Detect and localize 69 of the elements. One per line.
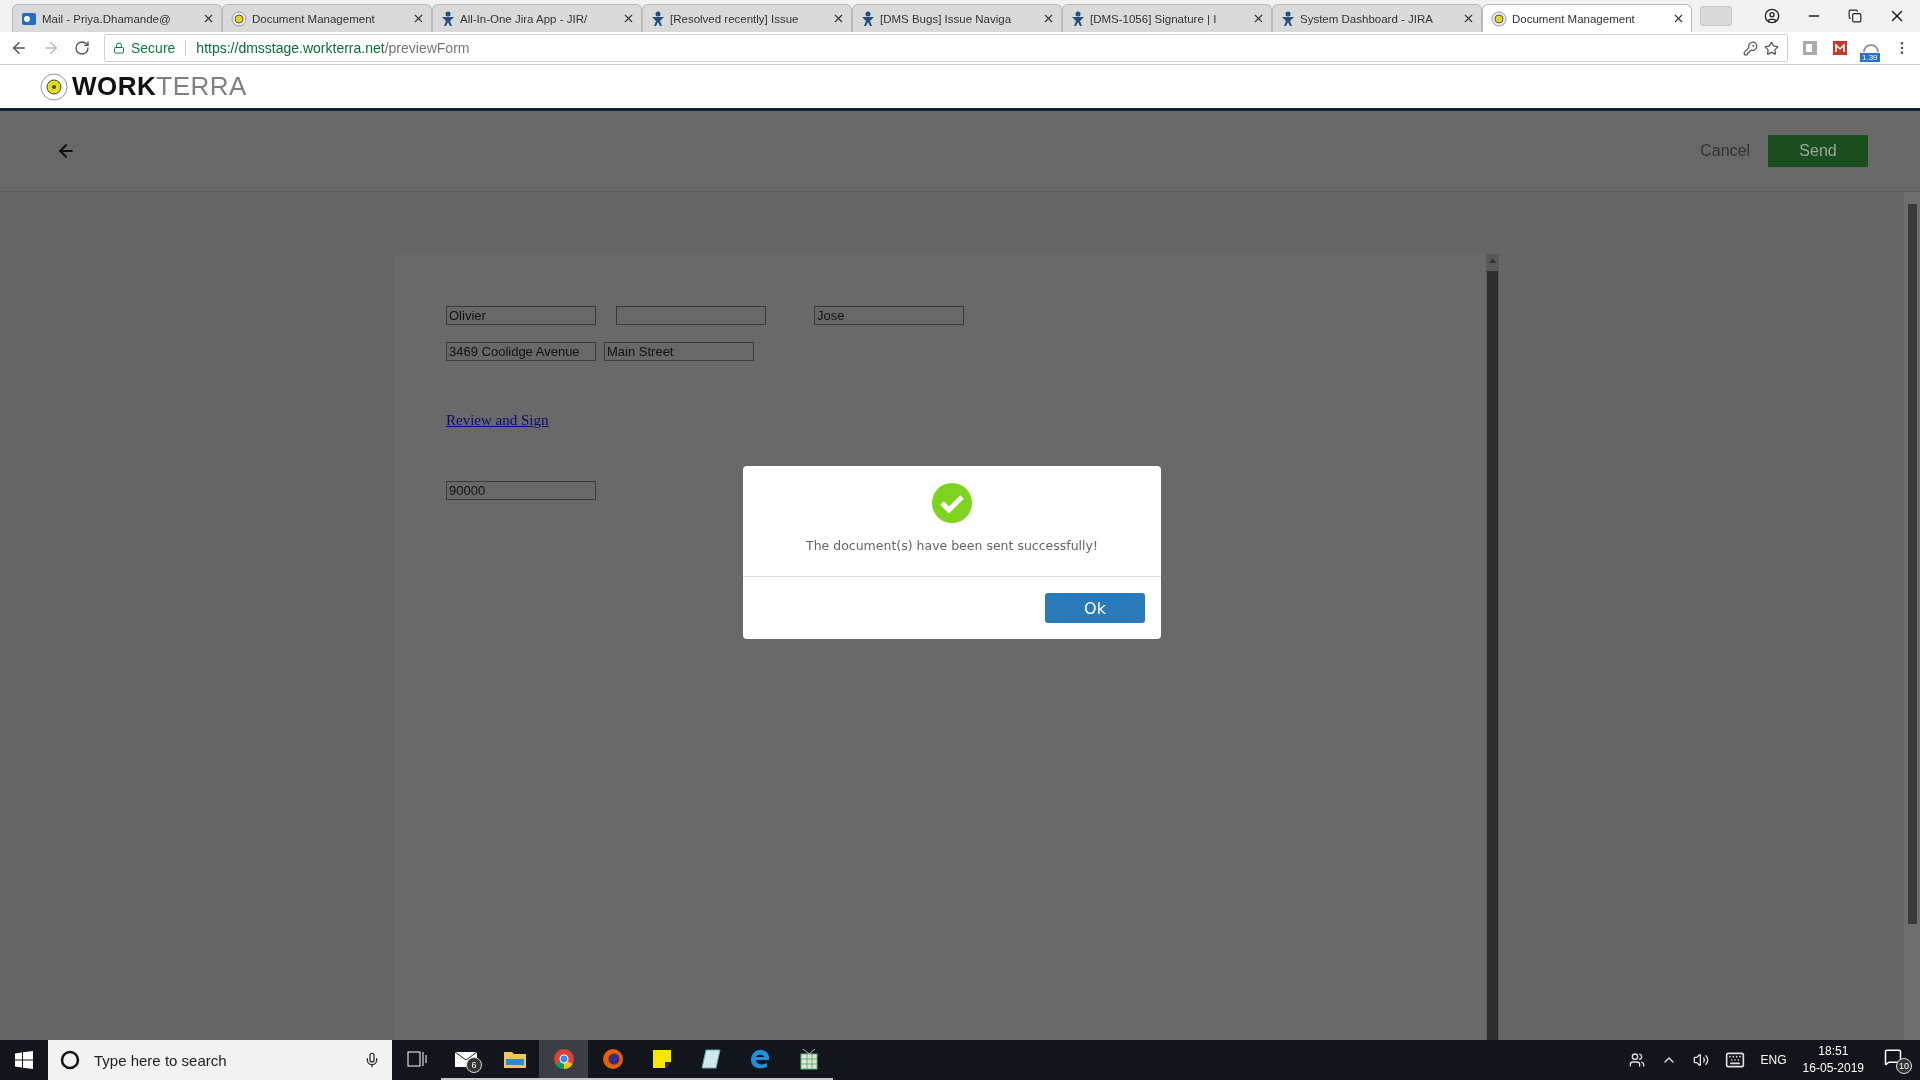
restore-icon[interactable]	[1848, 9, 1862, 23]
secure-label: Secure	[131, 40, 176, 56]
ring-icon	[60, 1050, 80, 1070]
people-icon[interactable]	[1628, 1052, 1645, 1068]
browser-tab[interactable]: [DMS-1056] Signature | I	[1062, 4, 1272, 32]
profile-icon[interactable]	[1764, 8, 1780, 24]
taskbar-app[interactable]: 6	[441, 1040, 490, 1080]
figure-icon	[651, 10, 665, 27]
close-icon[interactable]	[1252, 12, 1265, 25]
firefox-icon	[601, 1048, 624, 1070]
target-icon	[231, 10, 247, 27]
browser-tab[interactable]: Document Management	[1482, 4, 1692, 32]
key-icon[interactable]	[1743, 40, 1758, 56]
send-button[interactable]: Send	[1768, 135, 1868, 167]
success-message: The document(s) have been sent successfully!	[806, 538, 1098, 553]
target-icon	[1491, 10, 1507, 27]
mail-icon	[21, 10, 37, 27]
figure-icon	[441, 10, 455, 27]
taskbar-app[interactable]	[539, 1040, 588, 1080]
back-button[interactable]	[56, 141, 76, 161]
browser-tab[interactable]: Document Management	[222, 4, 432, 32]
url-path: /previewForm	[384, 40, 470, 56]
extension-badge: 1.39	[1860, 53, 1880, 62]
sticky-note-icon	[651, 1049, 672, 1069]
close-icon[interactable]	[412, 12, 425, 25]
figure-icon	[1281, 10, 1295, 27]
scrollbar[interactable]	[1904, 192, 1920, 1040]
spreadsheet-icon	[797, 1048, 820, 1070]
close-icon[interactable]	[1042, 12, 1055, 25]
language-indicator[interactable]: ENG	[1760, 1053, 1787, 1067]
browser-tab[interactable]: [DMS Bugs] Issue Naviga	[852, 4, 1062, 32]
close-icon[interactable]	[202, 12, 215, 25]
search-field[interactable]: Type here to search	[48, 1040, 392, 1080]
close-icon[interactable]	[1672, 12, 1685, 25]
clock[interactable]: 18:51 16-05-2019	[1802, 1043, 1864, 1077]
count-badge: 10	[1896, 1058, 1912, 1074]
browser-tab[interactable]: System Dashboard - JIRA	[1272, 4, 1482, 32]
address-bar[interactable]: Secure https://dmsstage.workterra.net/previewForm	[104, 34, 1788, 62]
notification-button[interactable]: 10	[1880, 1046, 1912, 1074]
bookmark-star-icon[interactable]	[1764, 40, 1779, 56]
ok-button[interactable]: Ok	[1045, 593, 1145, 623]
url-host: https://dmsstage.workterra.net	[196, 40, 385, 56]
browser-tab[interactable]: [Resolved recently] Issue	[642, 4, 852, 32]
chrome-icon	[552, 1048, 575, 1070]
keyboard-icon[interactable]	[1724, 1050, 1745, 1070]
folder-icon	[502, 1049, 527, 1069]
task-view-icon	[406, 1051, 427, 1067]
speaker-icon[interactable]	[1692, 1052, 1709, 1068]
figure-icon	[861, 10, 875, 27]
count-badge: 6	[466, 1057, 482, 1073]
figure-icon	[1071, 10, 1085, 27]
edge-icon	[748, 1048, 771, 1070]
close-icon[interactable]	[1462, 12, 1475, 25]
lock-icon	[113, 42, 125, 54]
browser-tab[interactable]: Mail - Priya.Dhamande@	[12, 4, 222, 32]
reload-icon[interactable]	[74, 40, 90, 56]
browser-tab[interactable]: All-In-One Jira App - JIR/	[432, 4, 642, 32]
logo-wordmark: WORKTERRA	[72, 71, 247, 102]
windows-logo-icon	[15, 1051, 33, 1069]
logo-icon	[40, 72, 68, 101]
microphone-icon[interactable]	[364, 1052, 380, 1068]
close-icon[interactable]	[622, 12, 635, 25]
scrollbar[interactable]	[1486, 254, 1499, 1040]
check-icon	[931, 482, 973, 524]
search-input[interactable]: Type here to search	[92, 1050, 352, 1070]
input-field[interactable]	[616, 306, 766, 325]
back-icon[interactable]	[10, 39, 28, 57]
close-icon[interactable]	[832, 12, 845, 25]
notepad-icon	[699, 1048, 722, 1070]
